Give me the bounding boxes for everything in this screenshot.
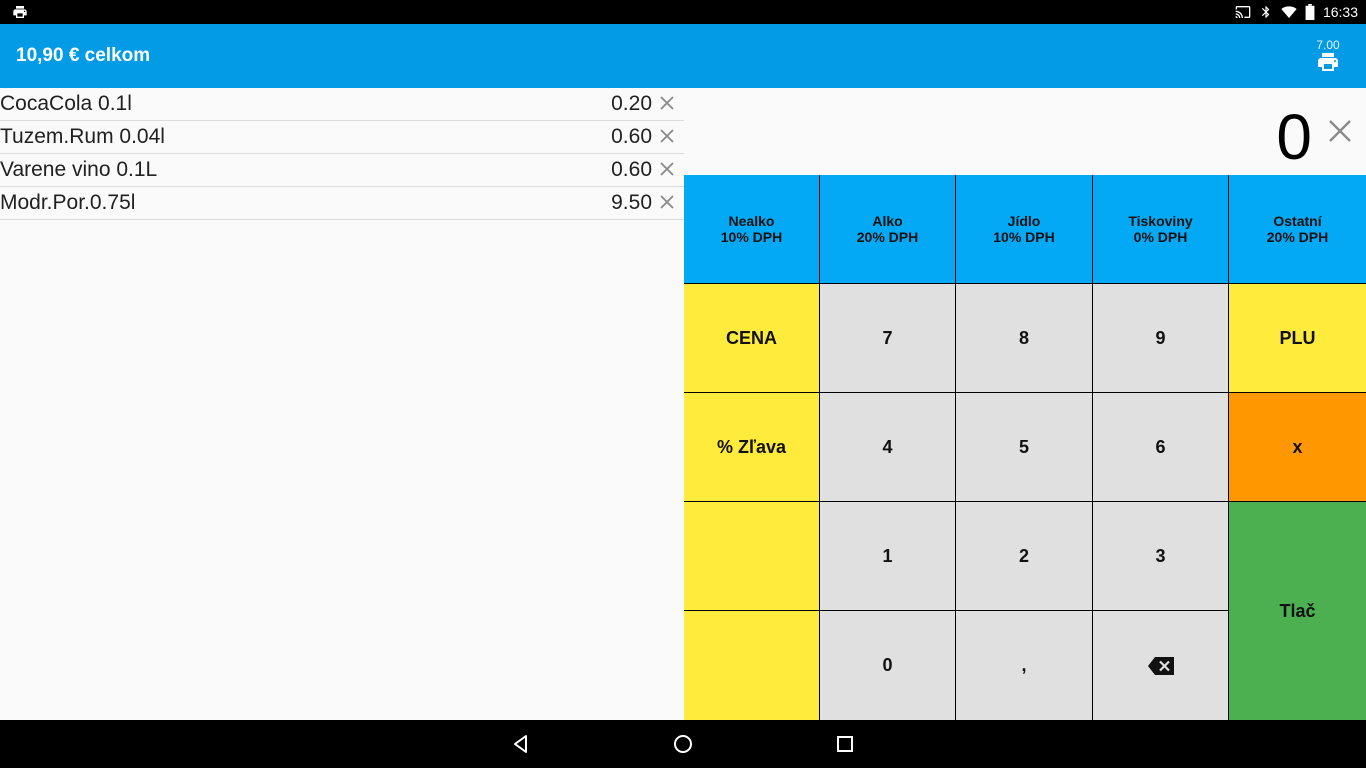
printer-icon [1318, 53, 1338, 71]
digit-6-key[interactable]: 6 [1093, 393, 1228, 501]
digit-5-key[interactable]: 5 [956, 393, 1092, 501]
remove-item-icon[interactable] [660, 162, 674, 176]
item-name: CocaCola 0.1l [0, 92, 132, 115]
item-name: Tuzem.Rum 0.04l [0, 125, 165, 148]
category-name: Tiskoviny [1128, 213, 1193, 229]
category-name: Ostatní [1273, 213, 1322, 229]
recents-icon[interactable] [833, 732, 857, 756]
category-key-nealko[interactable]: Nealko 10% DPH [684, 175, 819, 283]
item-name: Varene vino 0.1L [0, 158, 158, 181]
backspace-key[interactable] [1093, 611, 1228, 720]
amount-display: 0 [684, 88, 1366, 175]
home-icon[interactable] [671, 732, 695, 756]
digit-9-key[interactable]: 9 [1093, 284, 1228, 392]
price-key[interactable]: CENA [684, 284, 819, 392]
empty-function-key[interactable] [684, 502, 819, 610]
remove-item-icon[interactable] [660, 96, 674, 110]
discount-key[interactable]: % Zľava [684, 393, 819, 501]
cast-icon [1235, 6, 1251, 18]
wifi-icon [1281, 6, 1297, 18]
category-vat: 10% DPH [993, 229, 1055, 245]
category-vat: 10% DPH [720, 229, 783, 245]
category-name: Alko [872, 213, 903, 229]
battery-icon [1305, 4, 1315, 20]
receipt-item[interactable]: Tuzem.Rum 0.04l 0.60 [0, 121, 684, 154]
category-key-tiskoviny[interactable]: Tiskoviny 0% DPH [1093, 175, 1228, 283]
category-key-alko[interactable]: Alko 20% DPH [820, 175, 955, 283]
print-notification-icon [13, 6, 27, 18]
display-value: 0 [1276, 101, 1312, 173]
clear-display-icon[interactable] [1328, 119, 1352, 143]
category-vat: 20% DPH [1266, 229, 1329, 245]
digit-1-key[interactable]: 1 [820, 502, 955, 610]
navigation-bar [0, 720, 1366, 768]
total-amount: 10,90 € celkom [16, 45, 151, 66]
category-vat: 0% DPH [1133, 229, 1188, 245]
digit-0-key[interactable]: 0 [820, 611, 955, 720]
digit-3-key[interactable]: 3 [1093, 502, 1228, 610]
digit-8-key[interactable]: 8 [956, 284, 1092, 392]
digit-2-key[interactable]: 2 [956, 502, 1092, 610]
remove-item-icon[interactable] [660, 195, 674, 209]
category-name: Nealko [728, 213, 775, 229]
app-bar: 10,90 € celkom 7.00 [0, 24, 1366, 88]
item-price: 9.50 [611, 191, 652, 214]
receipt-list: CocaCola 0.1l 0.20 Tuzem.Rum 0.04l 0.60 … [0, 88, 684, 720]
item-price: 0.20 [611, 92, 652, 115]
item-name: Modr.Por.0.75l [0, 191, 136, 214]
receipt-item[interactable]: Modr.Por.0.75l 9.50 [0, 187, 684, 220]
category-vat: 20% DPH [856, 229, 919, 245]
multiply-key[interactable]: x [1229, 393, 1366, 501]
item-price: 0.60 [611, 125, 652, 148]
category-key-ostatni[interactable]: Ostatní 20% DPH [1229, 175, 1366, 283]
category-name: Jídlo [1007, 213, 1041, 229]
back-icon[interactable] [509, 732, 533, 756]
keypad: Nealko 10% DPH Alko 20% DPH Jídlo 10% DP… [684, 175, 1366, 720]
print-badge: 7.00 [1316, 38, 1340, 52]
digit-7-key[interactable]: 7 [820, 284, 955, 392]
item-price: 0.60 [611, 158, 652, 181]
receipt-item[interactable]: CocaCola 0.1l 0.20 [0, 88, 684, 121]
plu-key[interactable]: PLU [1229, 284, 1366, 392]
empty-function-key[interactable] [684, 611, 819, 720]
comma-key[interactable]: , [956, 611, 1092, 720]
digit-4-key[interactable]: 4 [820, 393, 955, 501]
print-receipt-key[interactable]: Tlač [1229, 502, 1366, 720]
print-button[interactable]: 7.00 [1312, 38, 1344, 74]
clock: 16:33 [1322, 4, 1358, 20]
receipt-item[interactable]: Varene vino 0.1L 0.60 [0, 154, 684, 187]
bluetooth-icon [1261, 6, 1270, 18]
category-key-jidlo[interactable]: Jídlo 10% DPH [956, 175, 1092, 283]
remove-item-icon[interactable] [660, 129, 674, 143]
backspace-icon [1147, 656, 1174, 675]
status-bar: 16:33 [0, 0, 1366, 24]
